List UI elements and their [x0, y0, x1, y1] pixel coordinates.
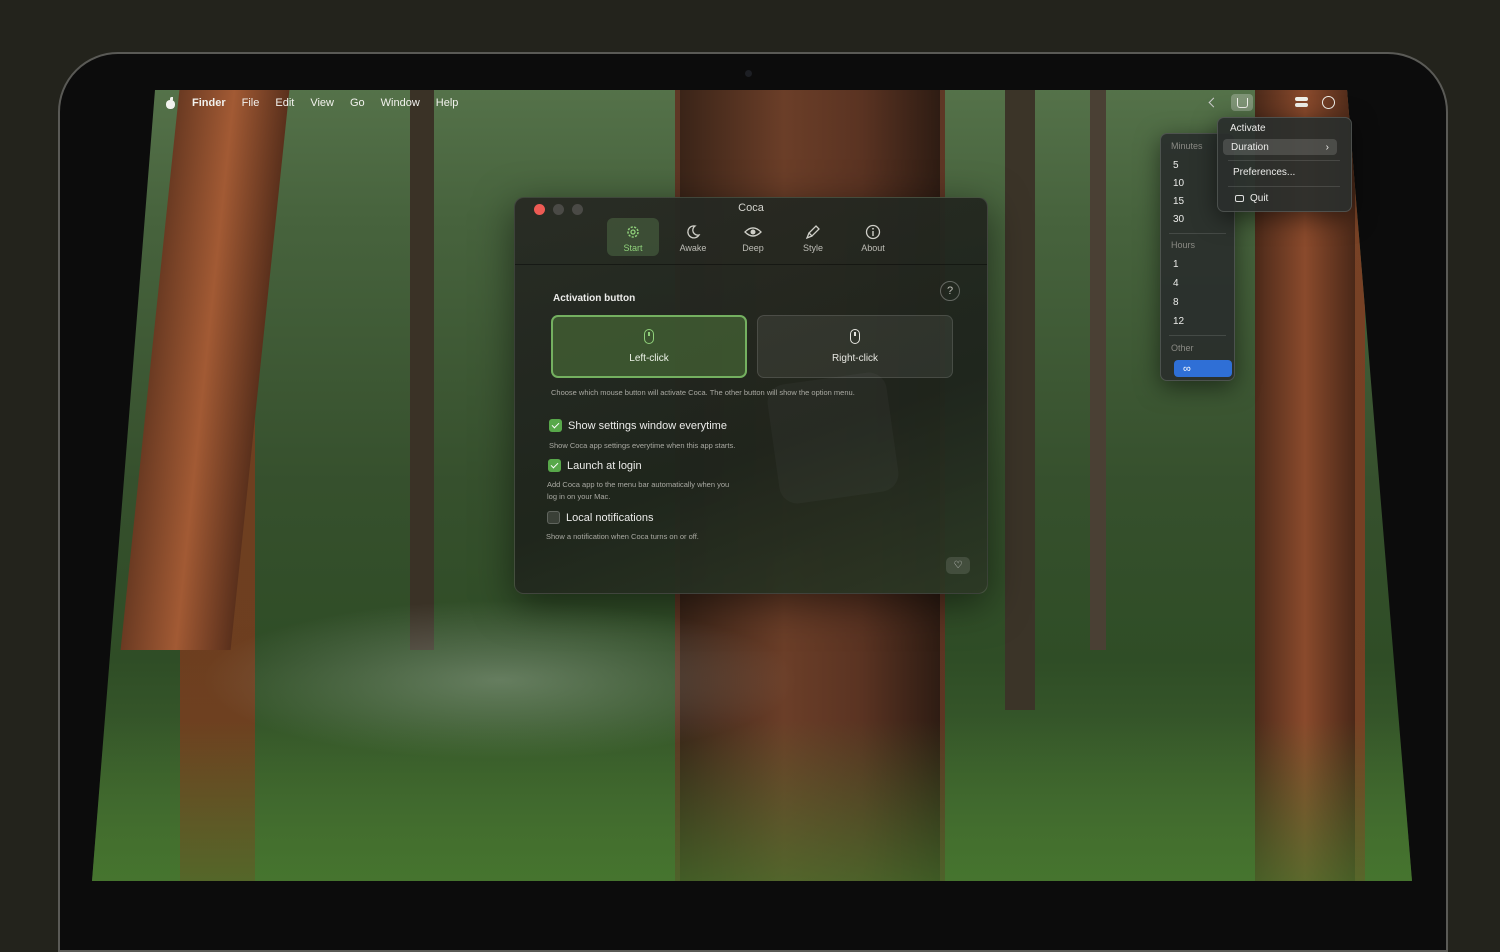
local-notifications-row[interactable]: Local notifications	[547, 511, 653, 524]
menu-quit[interactable]: Quit	[1235, 193, 1268, 204]
coca-cup-icon[interactable]	[1231, 94, 1253, 111]
hours-header: Hours	[1171, 240, 1196, 250]
minutes-header: Minutes	[1171, 141, 1203, 151]
menu-go[interactable]: Go	[350, 97, 365, 109]
menu-edit[interactable]: Edit	[275, 97, 294, 109]
control-center-icon[interactable]	[1295, 97, 1308, 108]
menu-bar: Finder File Edit View Go Window Help	[165, 94, 1345, 112]
moon-icon	[684, 223, 702, 241]
activation-title: Activation button	[553, 293, 636, 304]
duration-infinite[interactable]: ∞	[1174, 360, 1232, 377]
tab-style[interactable]: Style	[787, 218, 839, 256]
menu-preferences[interactable]: Preferences...	[1233, 167, 1295, 178]
duration-10-minutes[interactable]: 10	[1173, 178, 1184, 189]
show-settings-label: Show settings window everytime	[568, 419, 727, 432]
duration-12-hours[interactable]: 12	[1173, 316, 1184, 327]
launch-at-login-description: Add Coca app to the menu bar automatical…	[547, 480, 730, 501]
duration-30-minutes[interactable]: 30	[1173, 214, 1184, 225]
duration-15-minutes[interactable]: 15	[1173, 196, 1184, 207]
quit-icon	[1235, 194, 1244, 202]
menu-separator	[1169, 233, 1226, 234]
activation-description: Choose which mouse button will activate …	[551, 388, 855, 397]
chevron-right-icon: ›	[1325, 141, 1329, 153]
undergrowth	[92, 720, 1412, 881]
menu-window[interactable]: Window	[381, 97, 420, 109]
paintbrush-icon	[804, 223, 822, 241]
coca-status-menu: Activate Duration › Preferences... Quit	[1217, 117, 1352, 212]
menu-quit-label: Quit	[1250, 193, 1269, 204]
menu-file[interactable]: File	[242, 97, 260, 109]
apple-icon[interactable]	[165, 97, 176, 109]
left-click-option[interactable]: Left-click	[551, 315, 747, 378]
chevron-left-icon[interactable]	[1208, 97, 1219, 108]
launch-at-login-row[interactable]: Launch at login	[548, 459, 642, 472]
toolbar-divider	[515, 264, 987, 265]
window-title: Coca	[738, 202, 764, 214]
help-button[interactable]: ?	[940, 281, 960, 301]
launch-at-login-label: Launch at login	[567, 459, 642, 472]
tree-trunk	[410, 90, 434, 650]
tab-awake[interactable]: Awake	[667, 218, 719, 256]
tab-label: Deep	[742, 243, 764, 253]
menu-duration[interactable]: Duration ›	[1223, 139, 1337, 155]
gear-icon	[624, 223, 642, 241]
local-notifications-label: Local notifications	[566, 511, 654, 524]
menu-view[interactable]: View	[310, 97, 334, 109]
mouse-icon	[850, 329, 860, 344]
coca-settings-window: Coca Start Awake Deep Style About ? Acti…	[514, 197, 988, 594]
tab-label: Style	[802, 243, 823, 253]
local-notifications-description: Show a notification when Coca turns on o…	[546, 532, 699, 541]
menu-help[interactable]: Help	[436, 97, 459, 109]
menu-separator	[1228, 186, 1340, 187]
show-settings-row[interactable]: Show settings window everytime	[549, 419, 727, 432]
eye-icon	[744, 223, 762, 241]
duration-4-hours[interactable]: 4	[1173, 278, 1179, 289]
left-click-label: Left-click	[629, 353, 669, 364]
tab-label: About	[861, 243, 885, 253]
duration-8-hours[interactable]: 8	[1173, 297, 1179, 308]
other-header: Other	[1171, 343, 1194, 353]
menu-separator	[1228, 160, 1340, 161]
mouse-icon	[644, 329, 654, 344]
right-click-option[interactable]: Right-click	[757, 315, 953, 378]
menu-separator	[1169, 335, 1226, 336]
tab-label: Awake	[679, 243, 707, 253]
info-icon	[864, 223, 882, 241]
launch-at-login-checkbox[interactable]	[548, 459, 561, 472]
local-notifications-checkbox[interactable]	[547, 511, 560, 524]
tree-trunk	[1005, 90, 1035, 710]
tab-start[interactable]: Start	[607, 218, 659, 256]
heart-button[interactable]: ♡	[946, 557, 970, 574]
tab-deep[interactable]: Deep	[727, 218, 779, 256]
tab-label: Start	[623, 243, 643, 253]
clock-icon[interactable]	[1322, 96, 1335, 109]
tab-about[interactable]: About	[847, 218, 899, 256]
toolbar-tabs: Start Awake Deep Style About	[607, 218, 899, 256]
show-settings-description: Show Coca app settings everytime when th…	[549, 441, 736, 450]
status-icons	[1208, 94, 1335, 111]
spacer-icon	[1267, 96, 1281, 110]
menu-duration-label: Duration	[1231, 141, 1269, 153]
show-settings-checkbox[interactable]	[549, 419, 562, 432]
camera	[745, 70, 752, 77]
duration-1-hour[interactable]: 1	[1173, 259, 1179, 270]
right-click-label: Right-click	[831, 353, 879, 364]
menu-activate[interactable]: Activate	[1230, 123, 1266, 134]
menu-app-name[interactable]: Finder	[192, 97, 226, 109]
tree-trunk	[1090, 90, 1106, 650]
duration-5-minutes[interactable]: 5	[1173, 160, 1179, 171]
